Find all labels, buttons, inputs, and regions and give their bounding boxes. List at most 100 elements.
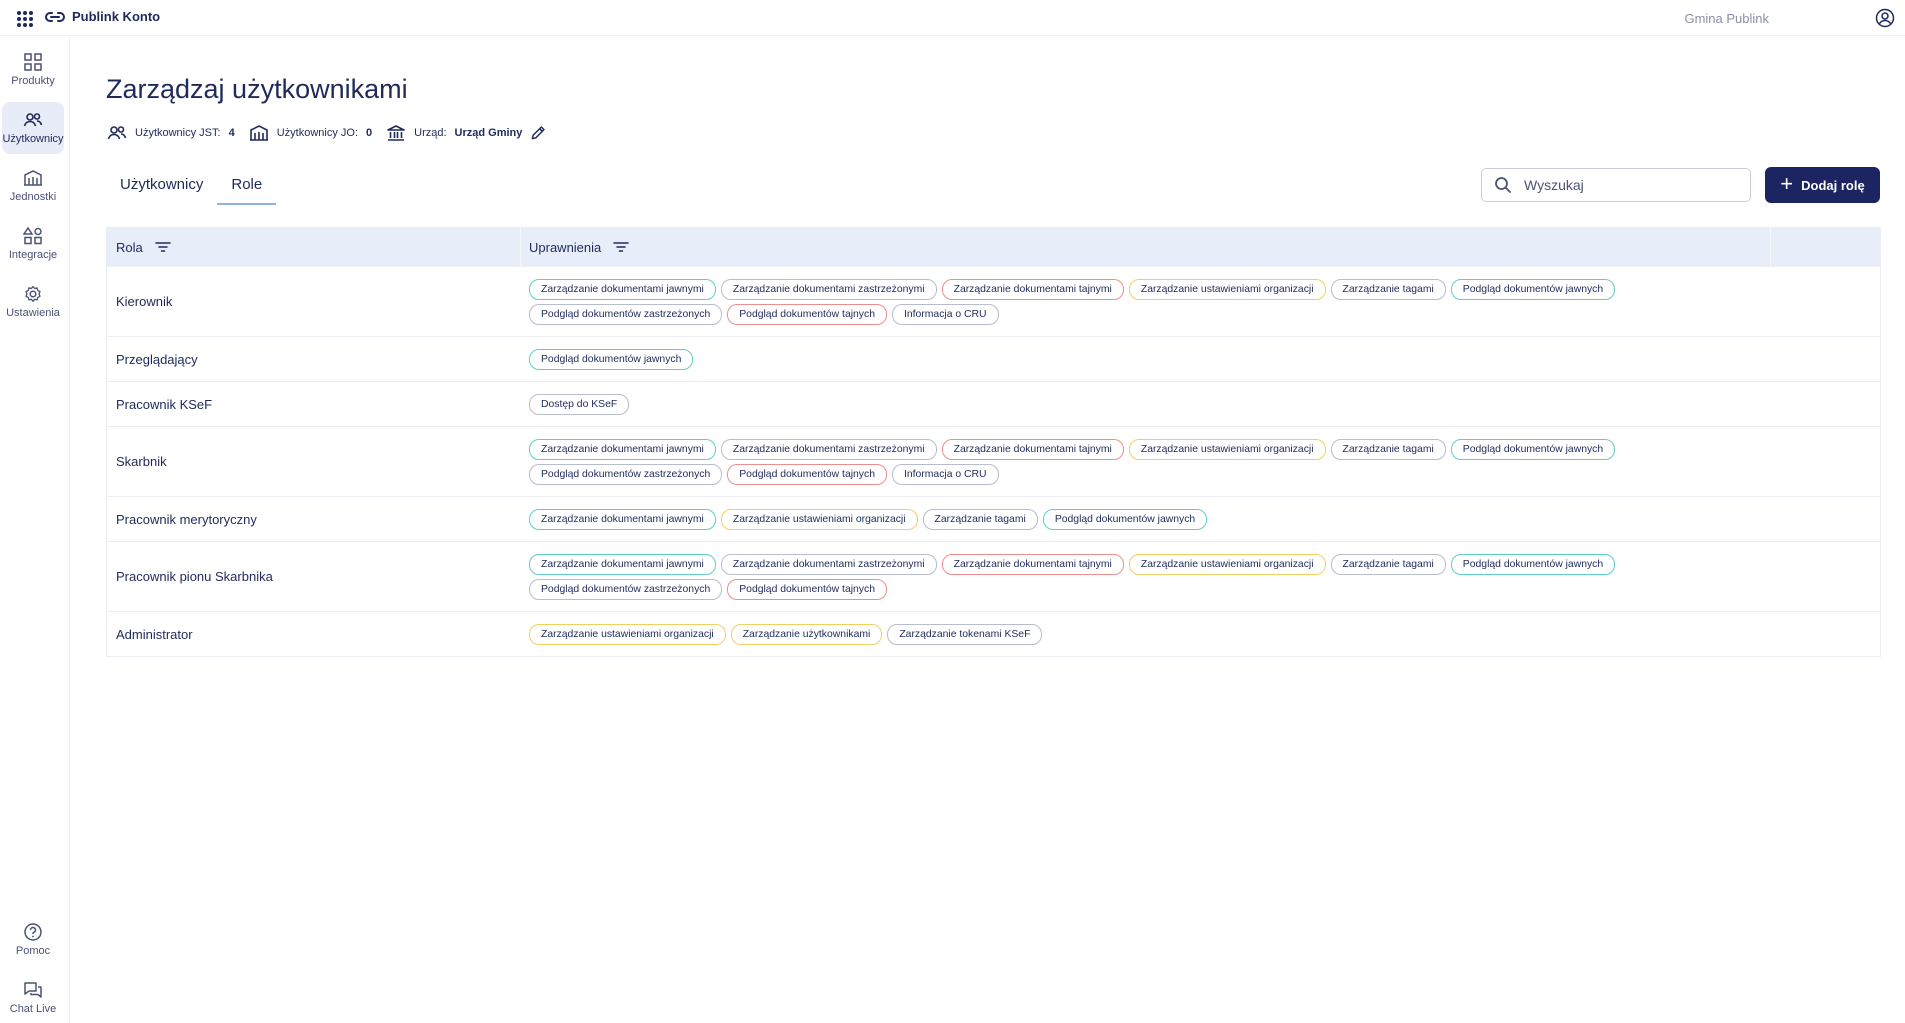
tabs: Użytkownicy Role	[106, 170, 277, 205]
stat-jo-value: 0	[366, 127, 373, 139]
permission-chip: Zarządzanie dokumentami jawnymi	[529, 439, 716, 460]
sidebar: Produkty Użytkownicy Jednostki Integracj…	[0, 36, 70, 1023]
permission-list: Zarządzanie dokumentami jawnymi Zarządzan…	[529, 554, 1729, 600]
tab-uzytkownicy[interactable]: Użytkownicy	[106, 170, 217, 205]
plus-icon: +	[1780, 171, 1794, 196]
users-icon	[23, 113, 43, 127]
permission-chip: Zarządzanie dokumentami tajnymi	[941, 279, 1124, 300]
buildings-icon	[24, 170, 42, 186]
role-name: Skarbnik	[116, 454, 167, 469]
top-bar: Publink Konto Gmina Publink	[0, 0, 1905, 36]
sidebar-item-produkty[interactable]: Produkty	[2, 44, 64, 96]
stat-jst-value: 4	[228, 127, 235, 139]
sidebar-item-pomoc[interactable]: Pomoc	[2, 914, 64, 966]
permission-chip: Podgląd dokumentów jawnych	[1450, 279, 1616, 300]
permission-chip: Zarządzanie tokenami KSeF	[887, 624, 1043, 645]
stat-jst-label: Użytkownicy JST:	[135, 127, 221, 139]
chat-icon	[24, 982, 42, 998]
column-header-permissions: Uprawnienia	[521, 228, 1771, 266]
table-row[interactable]: Pracownik KSeF Dostęp do KSeF	[107, 381, 1880, 426]
buildings-icon	[249, 125, 268, 141]
permission-chip: Podgląd dokumentów zastrzeżonych	[529, 464, 723, 485]
permissions-cell: Zarządzanie dokumentami jawnymi Zarządzan…	[521, 542, 1880, 611]
pencil-icon[interactable]	[528, 124, 548, 142]
table-body: Kierownik Zarządzanie dokumentami jawnymi…	[107, 266, 1880, 656]
permissions-cell: Zarządzanie dokumentami jawnymi Zarządzan…	[521, 497, 1880, 541]
gear-icon	[25, 285, 41, 302]
permission-chip: Dostęp do KSeF	[529, 394, 630, 415]
permission-chip: Zarządzanie ustawieniami organizacji	[529, 624, 726, 645]
grid-icon	[24, 53, 42, 71]
users-icon	[107, 126, 127, 140]
stat-office: Urząd: Urząd Gminy	[386, 124, 556, 142]
permission-chip: Podgląd dokumentów jawnych	[1450, 439, 1616, 460]
search-box[interactable]	[1481, 168, 1751, 202]
brand-name: Publink Konto	[72, 9, 161, 24]
tab-role[interactable]: Role	[217, 170, 277, 205]
role-name: Pracownik merytoryczny	[116, 511, 257, 527]
shapes-icon	[23, 227, 42, 245]
stat-jst: Użytkownicy JST: 4	[107, 124, 235, 142]
sidebar-item-jednostki[interactable]: Jednostki	[2, 160, 64, 212]
permission-chip: Zarządzanie tagami	[1330, 554, 1446, 575]
permission-chip: Zarządzanie tagami	[1330, 439, 1446, 460]
permission-chip: Informacja o CRU	[891, 464, 999, 485]
table-row[interactable]: Przeglądający Podgląd dokumentów jawnych	[107, 336, 1880, 381]
sidebar-item-ustawienia[interactable]: Ustawienia	[2, 276, 64, 328]
search-input[interactable]	[1524, 177, 1724, 193]
permission-chip: Zarządzanie dokumentami tajnymi	[941, 439, 1124, 460]
permissions-cell: Zarządzanie dokumentami jawnymi Zarządzan…	[521, 427, 1880, 496]
column-header-label: Rola	[116, 239, 143, 255]
search-icon	[1495, 177, 1511, 193]
sidebar-item-uzytkownicy[interactable]: Użytkownicy	[2, 102, 64, 154]
permission-chip: Zarządzanie tagami	[922, 509, 1038, 530]
role-name: Administrator	[116, 626, 193, 642]
account-icon[interactable]	[1875, 8, 1895, 28]
stat-jo: Użytkownicy JO: 0	[249, 124, 372, 142]
filter-icon[interactable]	[613, 241, 630, 253]
link-icon	[45, 11, 65, 22]
brand[interactable]: Publink Konto	[45, 9, 160, 24]
role-name: Pracownik KSeF	[116, 396, 213, 412]
permission-chip: Zarządzanie użytkownikami	[730, 624, 883, 645]
table-header: Rola Uprawnienia	[107, 228, 1880, 266]
permission-chip: Zarządzanie ustawieniami organizacji	[720, 509, 918, 530]
add-role-button[interactable]: + Dodaj rolę	[1765, 167, 1880, 203]
organization-name[interactable]: Gmina Publink	[1684, 11, 1769, 26]
table-row[interactable]: Pracownik merytoryczny Zarządzanie dokume…	[107, 496, 1880, 541]
permissions-cell: Zarządzanie ustawieniami organizacji Zarz…	[521, 612, 1880, 656]
add-role-label: Dodaj rolę	[1801, 177, 1865, 193]
sidebar-item-label: Użytkownicy	[2, 133, 64, 145]
role-name: Pracownik pionu Skarbnika	[116, 569, 273, 584]
permission-list: Zarządzanie ustawieniami organizacji Zarz…	[529, 624, 1729, 645]
permissions-cell: Podgląd dokumentów jawnych	[521, 337, 1880, 381]
role-name: Przeglądający	[116, 351, 198, 367]
bank-icon	[387, 125, 405, 141]
stat-jo-label: Użytkownicy JO:	[276, 127, 358, 139]
filter-icon[interactable]	[155, 241, 171, 253]
sidebar-item-integracje[interactable]: Integracje	[2, 218, 64, 270]
apps-grid-icon[interactable]	[17, 11, 33, 27]
permission-chip: Zarządzanie dokumentami zastrzeżonymi	[720, 439, 937, 460]
sidebar-item-chat-live[interactable]: Chat Live	[2, 972, 64, 1023]
permission-chip: Podgląd dokumentów zastrzeżonych	[529, 304, 723, 325]
table-row[interactable]: Pracownik pionu Skarbnika Zarządzanie dok…	[107, 541, 1880, 611]
permission-chip: Podgląd dokumentów tajnych	[727, 464, 887, 485]
help-icon	[24, 923, 42, 941]
sidebar-item-label: Chat Live	[9, 1003, 57, 1015]
permission-chip: Zarządzanie dokumentami tajnymi	[941, 554, 1124, 575]
permission-chip: Podgląd dokumentów jawnych	[1450, 554, 1616, 575]
permission-chip: Podgląd dokumentów jawnych	[1042, 509, 1208, 530]
permission-chip: Zarządzanie tagami	[1330, 279, 1446, 300]
stat-office-value: Urząd Gminy	[454, 127, 523, 139]
table-row[interactable]: Skarbnik Zarządzanie dokumentami jawnymi Z…	[107, 426, 1880, 496]
table-row[interactable]: Administrator Zarządzanie ustawieniami or…	[107, 611, 1880, 656]
permission-chip: Podgląd dokumentów zastrzeżonych	[529, 579, 723, 600]
permission-chip: Podgląd dokumentów tajnych	[727, 304, 887, 325]
table-row[interactable]: Kierownik Zarządzanie dokumentami jawnymi…	[107, 266, 1880, 336]
permission-chip: Podgląd dokumentów jawnych	[529, 349, 694, 370]
permissions-cell: Zarządzanie dokumentami jawnymi Zarządzan…	[521, 267, 1880, 336]
permission-list: Podgląd dokumentów jawnych	[529, 349, 1729, 370]
sidebar-item-label: Pomoc	[15, 945, 51, 957]
sidebar-item-label: Jednostki	[9, 191, 57, 203]
